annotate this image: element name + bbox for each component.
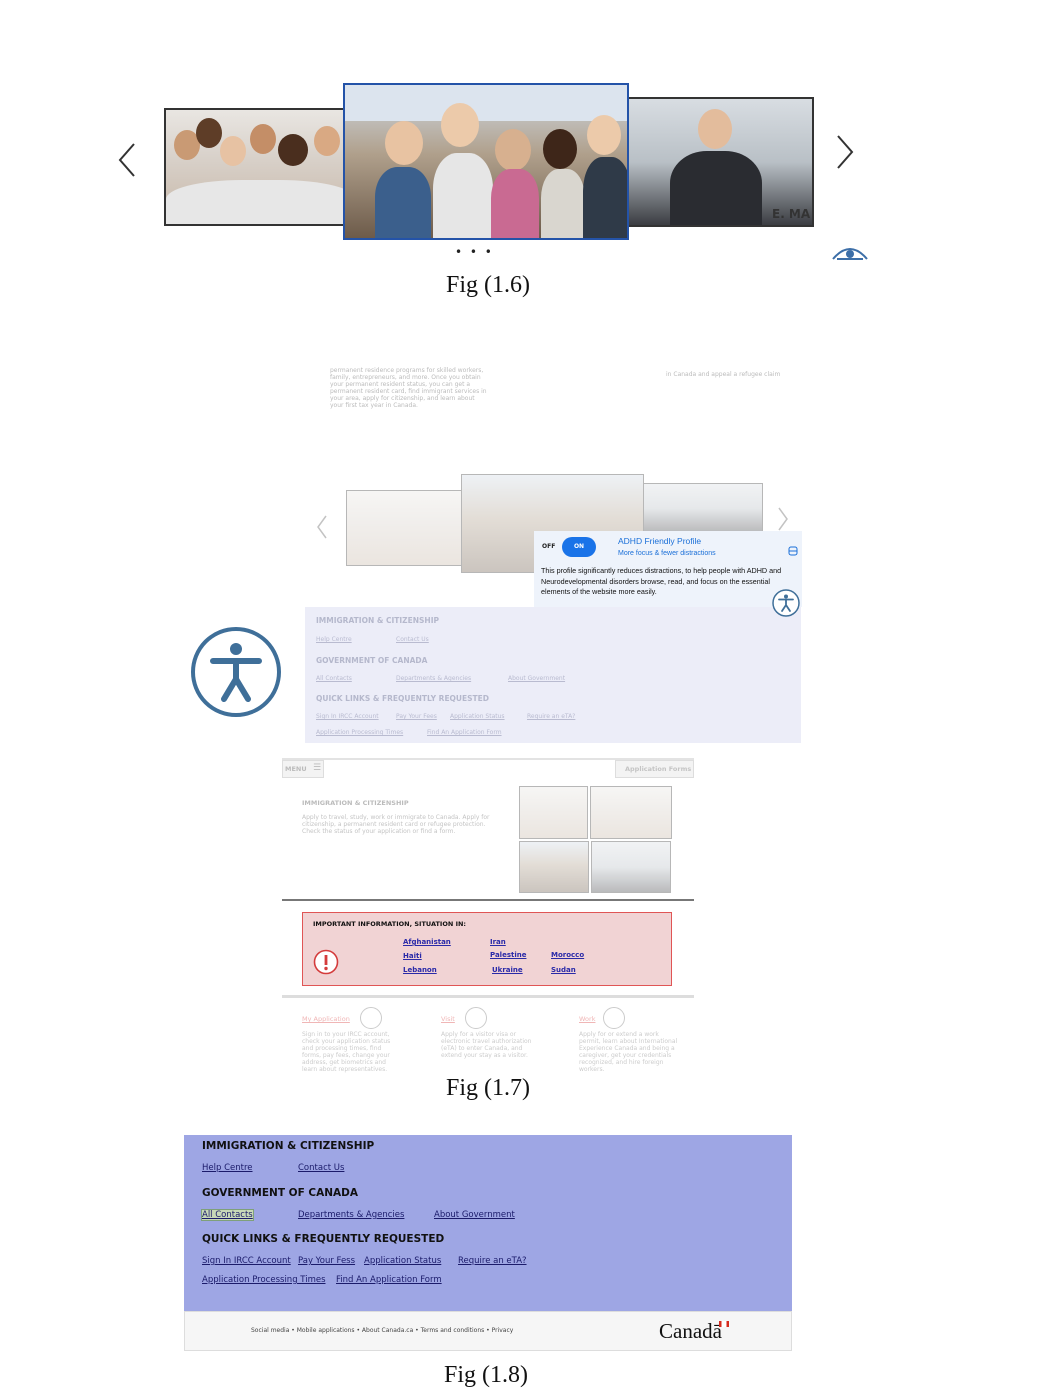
footer-link-application-status[interactable]: Application Status bbox=[364, 1256, 441, 1266]
accessibility-icon-large[interactable] bbox=[189, 625, 283, 723]
mp-heading-immigration: IMMIGRATION & CITIZENSHIP bbox=[316, 616, 439, 625]
accessibility-icon[interactable] bbox=[771, 588, 801, 622]
adhd-profile-description: This profile significantly reduces distr… bbox=[541, 566, 782, 596]
footer-link-all-contacts[interactable]: All Contacts bbox=[201, 1209, 254, 1221]
alert-icon bbox=[313, 949, 339, 979]
footer-link-sign-in[interactable]: Sign In IRCC Account bbox=[202, 1256, 291, 1266]
document-icon bbox=[360, 1007, 382, 1029]
eye-icon[interactable] bbox=[831, 241, 869, 267]
mp-link: Departments & Agencies bbox=[396, 675, 472, 682]
caption-fig16: Fig (1.6) bbox=[446, 272, 530, 298]
mp-link: Application Status bbox=[450, 713, 505, 720]
footer-link-pay-fees[interactable]: Pay Your Fess bbox=[298, 1256, 355, 1266]
adhd-toggle-on[interactable]: ON bbox=[562, 537, 596, 557]
faded-slide-police bbox=[643, 483, 763, 533]
chevron-left-icon bbox=[118, 143, 135, 177]
card-text: Apply for or extend a work permit, learn… bbox=[579, 1031, 678, 1073]
footer-utility-links[interactable]: Social media • Mobile applications • Abo… bbox=[251, 1327, 513, 1334]
carousel-slide-children-active[interactable] bbox=[343, 83, 629, 240]
person-icon bbox=[465, 1007, 487, 1029]
mp-heading-quicklinks: QUICK LINKS & FREQUENTLY REQUESTED bbox=[316, 694, 490, 703]
mp-link: About Government bbox=[508, 675, 566, 682]
country-link-iran[interactable]: Iran bbox=[490, 938, 506, 946]
menu-button-label: MENU bbox=[285, 765, 307, 773]
canada-flag-icon bbox=[719, 1321, 729, 1327]
footer-link-departments[interactable]: Departments & Agencies bbox=[298, 1210, 404, 1220]
faded-menu-panel: IMMIGRATION & CITIZENSHIP Help Centre Co… bbox=[305, 607, 801, 743]
country-link-morocco[interactable]: Morocco bbox=[551, 951, 584, 959]
chevron-right-icon bbox=[837, 135, 854, 169]
card-title[interactable]: Visit bbox=[441, 1015, 455, 1023]
hamburger-icon: ☰ bbox=[313, 763, 322, 773]
country-link-haiti[interactable]: Haiti bbox=[403, 952, 422, 960]
section-text: Apply to travel, study, work or immigrat… bbox=[302, 814, 490, 835]
card-title[interactable]: My Application bbox=[302, 1015, 350, 1023]
carousel-next-button[interactable] bbox=[834, 132, 856, 182]
mp-link: Contact Us bbox=[396, 636, 429, 643]
carousel-slide-police-officer[interactable]: E. MA bbox=[610, 97, 814, 227]
card-text: Apply for a visitor visa or electronic t… bbox=[441, 1031, 532, 1059]
important-info-alert: IMPORTANT INFORMATION, SITUATION IN: Afg… bbox=[302, 912, 672, 986]
footer-link-processing-times[interactable]: Application Processing Times bbox=[202, 1275, 326, 1285]
faded-paragraph-right: in Canada and appeal a refugee claim bbox=[666, 371, 781, 378]
footer-bottom-bar: Social media • Mobile applications • Abo… bbox=[184, 1311, 792, 1351]
chevron-left-icon bbox=[317, 515, 327, 539]
police-car-text: E. MA bbox=[772, 207, 811, 221]
mp-link: Require an eTA? bbox=[527, 713, 576, 720]
mp-link: Application Processing Times bbox=[316, 729, 404, 736]
mp-link: Pay Your Fees bbox=[396, 713, 437, 720]
footer-heading-government: GOVERNMENT OF CANADA bbox=[202, 1187, 359, 1199]
footer-link-contact-us[interactable]: Contact Us bbox=[298, 1163, 344, 1173]
faded-slide-group-photo bbox=[346, 490, 464, 566]
collapse-icon[interactable] bbox=[788, 541, 798, 560]
country-link-palestine[interactable]: Palestine bbox=[490, 951, 526, 959]
canada-wordmark: Canadā bbox=[659, 1319, 722, 1343]
application-forms-label: Application Forms bbox=[625, 765, 692, 773]
footer-heading-immigration: IMMIGRATION & CITIZENSHIP bbox=[202, 1140, 375, 1152]
footer-link-find-form[interactable]: Find An Application Form bbox=[336, 1275, 442, 1285]
carousel-prev-button[interactable] bbox=[116, 140, 138, 190]
card-title[interactable]: Work bbox=[579, 1015, 595, 1023]
country-link-lebanon[interactable]: Lebanon bbox=[403, 966, 437, 974]
menu-button[interactable]: MENU ☰ bbox=[282, 760, 324, 778]
mp-link: Help Centre bbox=[316, 636, 352, 643]
grid-photo bbox=[519, 786, 588, 839]
toggle-off-label[interactable]: OFF bbox=[542, 543, 555, 550]
application-forms-button[interactable]: Application Forms bbox=[615, 760, 694, 778]
divider bbox=[282, 995, 694, 998]
important-info-title: IMPORTANT INFORMATION, SITUATION IN: bbox=[313, 920, 467, 928]
grid-photo bbox=[519, 841, 589, 893]
worker-icon bbox=[603, 1007, 625, 1029]
carousel-dots[interactable]: • • • bbox=[455, 245, 494, 259]
caption-fig18: Fig (1.8) bbox=[444, 1362, 528, 1388]
mp-link: Find An Application Form bbox=[427, 729, 502, 736]
footer-link-about-government[interactable]: About Government bbox=[434, 1210, 515, 1220]
footer-link-help-centre[interactable]: Help Centre bbox=[202, 1163, 253, 1173]
footer-link-eta[interactable]: Require an eTA? bbox=[458, 1256, 527, 1266]
caption-fig17: Fig (1.7) bbox=[446, 1075, 530, 1101]
mp-heading-government: GOVERNMENT OF CANADA bbox=[316, 656, 428, 665]
faded-paragraph-left: permanent residence programs for skilled… bbox=[330, 367, 487, 409]
country-link-afghanistan[interactable]: Afghanistan bbox=[403, 938, 451, 946]
mp-link: All Contacts bbox=[316, 675, 352, 682]
country-link-sudan[interactable]: Sudan bbox=[551, 966, 576, 974]
section-title: IMMIGRATION & CITIZENSHIP bbox=[302, 799, 409, 807]
footer-heading-quicklinks: QUICK LINKS & FREQUENTLY REQUESTED bbox=[202, 1233, 445, 1245]
divider bbox=[282, 899, 694, 901]
card-text: Sign in to your IRCC account, check your… bbox=[302, 1031, 391, 1073]
mp-link: Sign In IRCC Account bbox=[316, 713, 379, 720]
adhd-profile-subtitle: More focus & fewer distractions bbox=[618, 550, 716, 557]
carousel-slide-group-photo[interactable] bbox=[164, 108, 354, 226]
chevron-right-icon bbox=[778, 507, 788, 531]
grid-photo bbox=[591, 841, 671, 893]
adhd-profile-title: ADHD Friendly Profile bbox=[618, 536, 702, 546]
country-link-ukraine[interactable]: Ukraine bbox=[492, 966, 523, 974]
grid-photo bbox=[590, 786, 672, 839]
footer-menu-panel: IMMIGRATION & CITIZENSHIP Help Centre Co… bbox=[184, 1135, 792, 1311]
